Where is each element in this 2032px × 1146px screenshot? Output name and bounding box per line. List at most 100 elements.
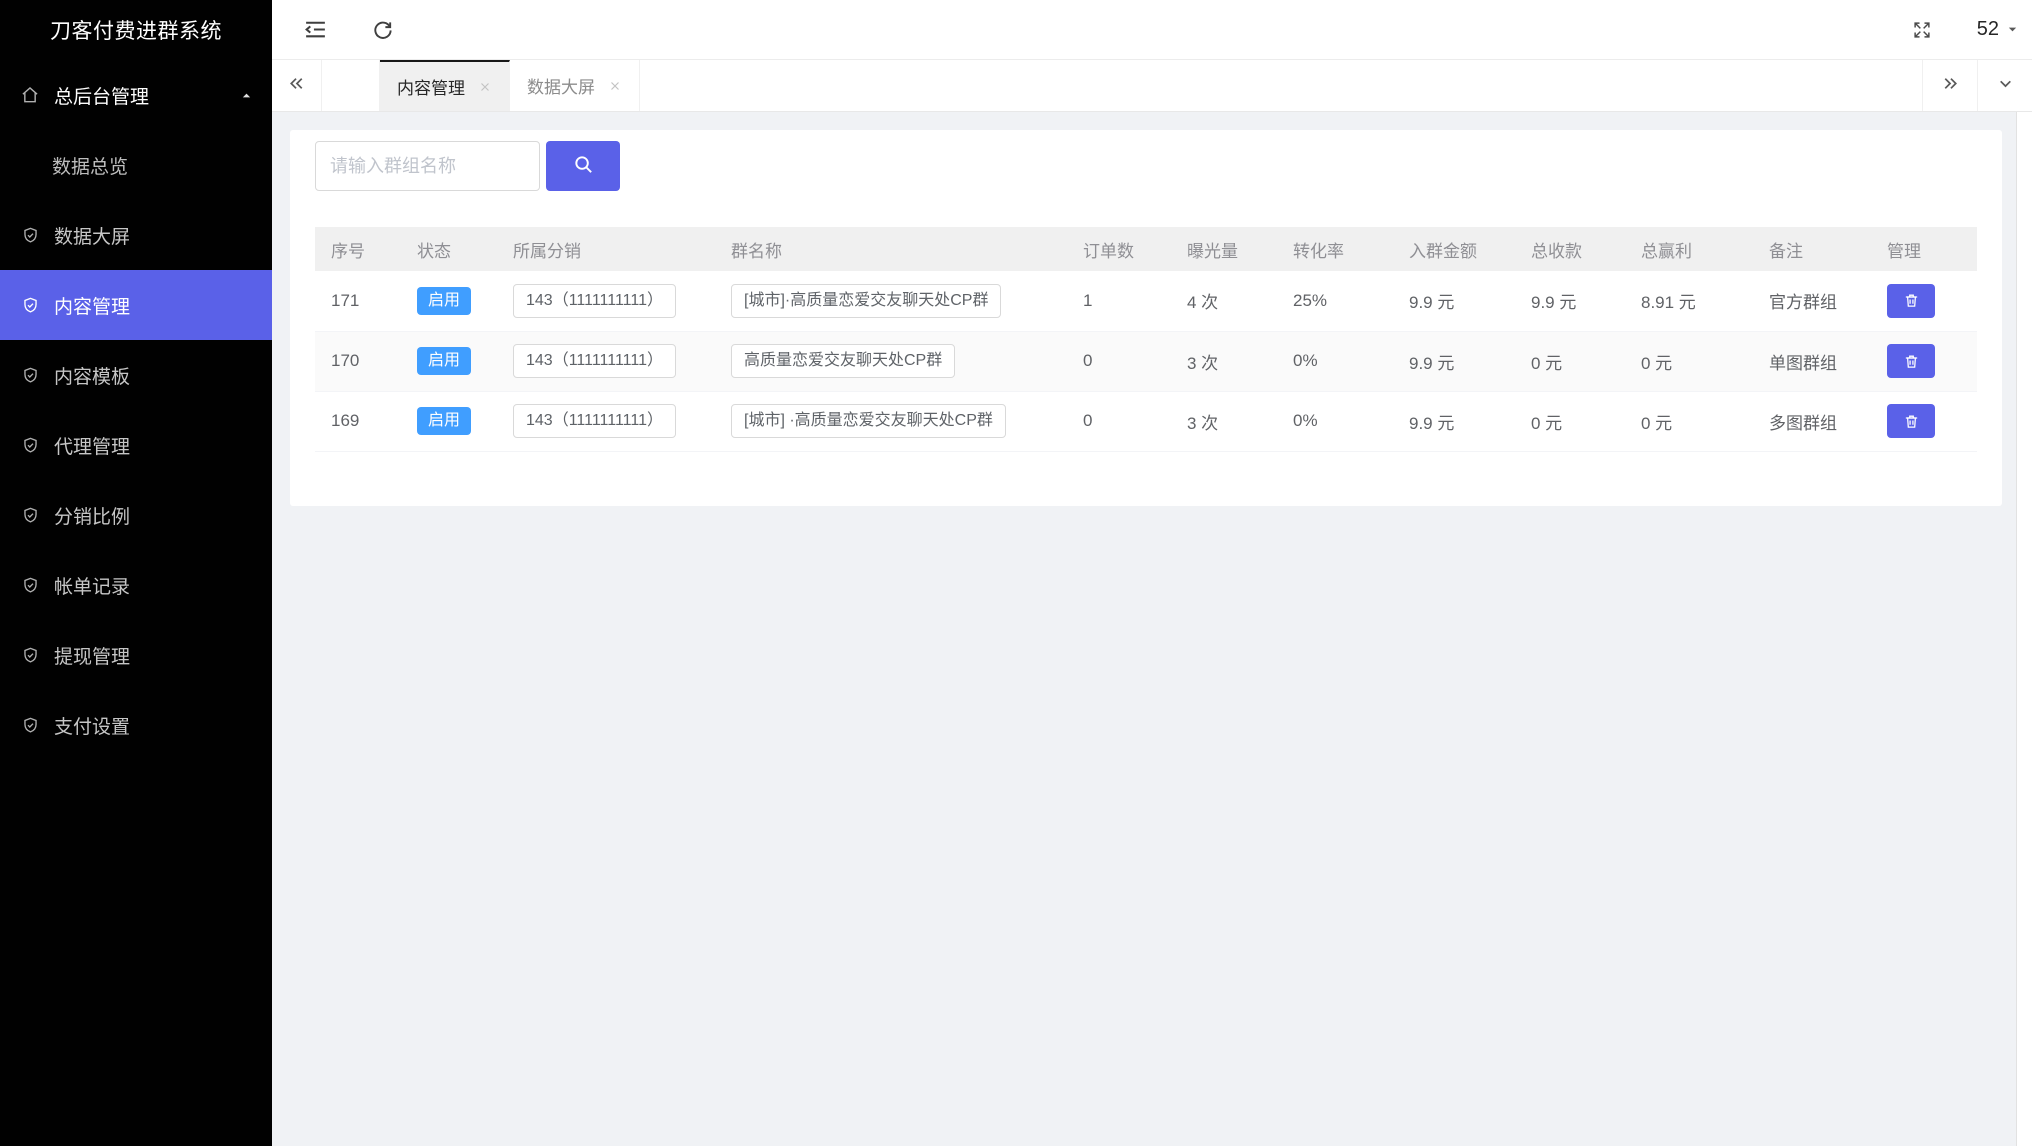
- sidebar-item-content-template[interactable]: 内容模板: [0, 340, 272, 410]
- table-row: 169启用143（1111111111）[城市] ·高质量恋爱交友聊天处CP群0…: [315, 391, 1977, 451]
- agent-box: 143（1111111111）: [513, 344, 676, 378]
- column-header-remark: 备注: [1753, 227, 1871, 271]
- status-badge[interactable]: 启用: [417, 287, 471, 315]
- column-header-status: 状态: [401, 227, 497, 271]
- tab-label: 数据大屏: [527, 73, 595, 98]
- trash-icon: [1903, 353, 1920, 370]
- chevrons-left-icon: [286, 73, 307, 99]
- tab-data-screen[interactable]: 数据大屏: [510, 60, 640, 111]
- shield-check-icon: [20, 365, 40, 385]
- sidebar-item-label: 数据大屏: [54, 222, 130, 249]
- column-header-orders: 订单数: [1067, 227, 1171, 271]
- search-row: [315, 141, 1977, 191]
- sidebar-item-dashboard-root[interactable]: 总后台管理: [0, 60, 272, 130]
- sidebar-menu: 总后台管理数据总览数据大屏内容管理内容模板代理管理分销比例帐单记录提现管理支付设…: [0, 60, 272, 760]
- main-content: 序号状态所属分销群名称订单数曝光量转化率入群金额总收款总赢利备注管理 171 启用…: [272, 112, 2032, 1146]
- tabs-options-button[interactable]: [1977, 60, 2032, 111]
- sidebar-item-label: 帐单记录: [54, 572, 130, 599]
- tab-content-manage[interactable]: 内容管理: [380, 60, 510, 111]
- cell-index: 171: [315, 271, 401, 331]
- status-badge[interactable]: 启用: [417, 347, 471, 375]
- home-tab-button[interactable]: [322, 60, 380, 111]
- cell-profit: 0 元: [1625, 391, 1753, 451]
- shield-check-icon: [20, 645, 40, 665]
- cell-remark: 单图群组: [1753, 331, 1871, 391]
- cell-group-name: [城市] ·高质量恋爱交友聊天处CP群: [715, 391, 1067, 451]
- cell-orders: 0: [1067, 391, 1171, 451]
- column-header-index: 序号: [315, 227, 401, 271]
- group-name-box: [城市] ·高质量恋爱交友聊天处CP群: [731, 404, 1006, 438]
- magnifier-icon: [572, 153, 595, 179]
- sidebar-item-bill-records[interactable]: 帐单记录: [0, 550, 272, 620]
- caret-up-icon: [241, 90, 252, 101]
- shield-check-icon: [20, 225, 40, 245]
- tabs-scroll-left-button[interactable]: [272, 60, 322, 111]
- search-button[interactable]: [546, 141, 620, 191]
- sidebar-item-label: 支付设置: [54, 712, 130, 739]
- column-header-manage: 管理: [1871, 227, 1977, 271]
- cell-group-name: [城市]·高质量恋爱交友聊天处CP群: [715, 271, 1067, 331]
- cell-rate: 0%: [1277, 391, 1393, 451]
- delete-button[interactable]: [1887, 344, 1935, 378]
- tabs-scroll-right-button[interactable]: [1922, 60, 1977, 111]
- caret-down-icon: [2007, 24, 2018, 35]
- cell-status: 启用: [401, 391, 497, 451]
- cell-manage: [1871, 271, 1977, 331]
- cell-agent: 143（1111111111）: [497, 331, 715, 391]
- close-icon[interactable]: [608, 79, 622, 93]
- cell-exposure: 3 次: [1171, 391, 1277, 451]
- shield-check-icon: [20, 505, 40, 525]
- sidebar-item-distribution-ratio[interactable]: 分销比例: [0, 480, 272, 550]
- sidebar-item-label: 代理管理: [54, 432, 130, 459]
- user-dropdown[interactable]: 52: [1977, 18, 2018, 41]
- sidebar-item-content-manage[interactable]: 内容管理: [0, 270, 272, 340]
- group-search-input[interactable]: [315, 141, 540, 191]
- refresh-icon[interactable]: [371, 18, 394, 41]
- sidebar-item-label: 内容模板: [54, 362, 130, 389]
- sidebar-item-label: 数据总览: [52, 152, 128, 179]
- cell-orders: 1: [1067, 271, 1171, 331]
- sidebar-item-data-overview[interactable]: 数据总览: [0, 130, 272, 200]
- groups-table: 序号状态所属分销群名称订单数曝光量转化率入群金额总收款总赢利备注管理 171 启用…: [315, 227, 1977, 452]
- cell-income: 9.9 元: [1515, 271, 1625, 331]
- sidebar-item-withdraw-manage[interactable]: 提现管理: [0, 620, 272, 690]
- column-header-exposure: 曝光量: [1171, 227, 1277, 271]
- shield-check-icon: [20, 435, 40, 455]
- trash-icon: [1903, 413, 1920, 430]
- cell-amount: 9.9 元: [1393, 331, 1515, 391]
- cell-rate: 25%: [1277, 271, 1393, 331]
- tab-label: 内容管理: [397, 74, 465, 99]
- close-icon[interactable]: [478, 80, 492, 94]
- cell-agent: 143（1111111111）: [497, 271, 715, 331]
- agent-box: 143（1111111111）: [513, 404, 676, 438]
- cell-amount: 9.9 元: [1393, 271, 1515, 331]
- cell-group-name: 高质量恋爱交友聊天处CP群: [715, 331, 1067, 391]
- cell-status: 启用: [401, 271, 497, 331]
- column-header-income: 总收款: [1515, 227, 1625, 271]
- delete-button[interactable]: [1887, 404, 1935, 438]
- app-title: 刀客付费进群系统: [0, 0, 272, 60]
- sidebar-item-label: 总后台管理: [54, 82, 149, 109]
- group-name-box: [城市]·高质量恋爱交友聊天处CP群: [731, 284, 1001, 318]
- sidebar-item-agent-manage[interactable]: 代理管理: [0, 410, 272, 480]
- status-badge[interactable]: 启用: [417, 407, 471, 435]
- chevron-down-icon: [1995, 73, 2016, 99]
- table-row: 170启用143（1111111111）高质量恋爱交友聊天处CP群03 次0%9…: [315, 331, 1977, 391]
- fullscreen-icon[interactable]: [1911, 19, 1933, 41]
- column-header-profit: 总赢利: [1625, 227, 1753, 271]
- sidebar-item-data-screen[interactable]: 数据大屏: [0, 200, 272, 270]
- cell-exposure: 3 次: [1171, 331, 1277, 391]
- agent-box: 143（1111111111）: [513, 284, 676, 318]
- cell-manage: [1871, 331, 1977, 391]
- menu-fold-icon[interactable]: [303, 17, 328, 42]
- cell-profit: 8.91 元: [1625, 271, 1753, 331]
- column-header-group: 群名称: [715, 227, 1067, 271]
- sidebar: 刀客付费进群系统 总后台管理数据总览数据大屏内容管理内容模板代理管理分销比例帐单…: [0, 0, 272, 1146]
- cell-orders: 0: [1067, 331, 1171, 391]
- delete-button[interactable]: [1887, 284, 1935, 318]
- sidebar-item-payment-settings[interactable]: 支付设置: [0, 690, 272, 760]
- table-header-row: 序号状态所属分销群名称订单数曝光量转化率入群金额总收款总赢利备注管理: [315, 227, 1977, 271]
- scrollbar-track[interactable]: [2016, 112, 2032, 1146]
- shield-check-icon: [20, 715, 40, 735]
- tabbar-spacer: [640, 60, 1922, 111]
